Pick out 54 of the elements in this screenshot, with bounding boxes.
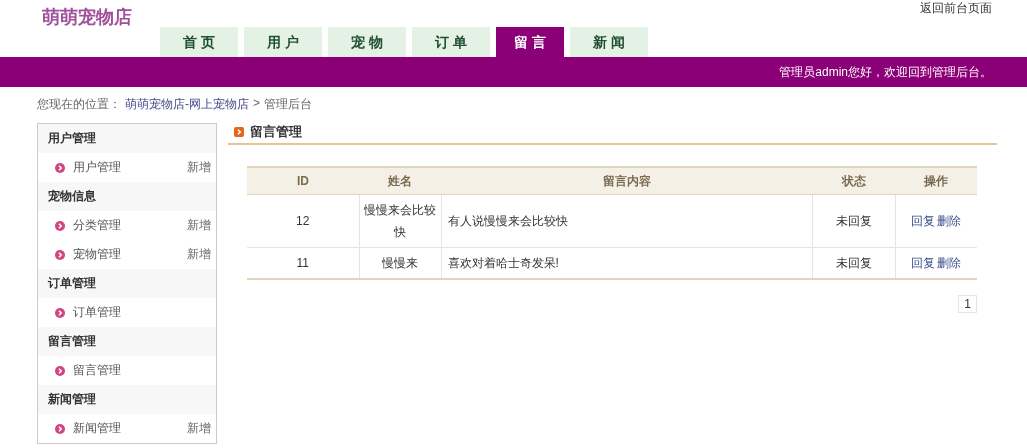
- breadcrumb-link[interactable]: 萌萌宠物店-网上宠物店: [125, 96, 249, 115]
- sidebar-item[interactable]: 新闻管理: [73, 420, 179, 437]
- nav-tab[interactable]: 首 页: [160, 27, 238, 57]
- column-header: 操作: [895, 167, 977, 195]
- table-cell: 慢慢来会比较快: [364, 203, 436, 239]
- table-cell: 12: [296, 214, 310, 228]
- sidebar-item[interactable]: 留言管理: [73, 362, 211, 379]
- table-cell: 未回复: [835, 214, 872, 228]
- back-link[interactable]: 返回前台页面: [920, 0, 992, 27]
- add-link[interactable]: 新增: [187, 246, 211, 263]
- table-cell: 喜欢对着哈士奇发呆!: [447, 256, 559, 270]
- nav-tab[interactable]: 新 闻: [570, 27, 648, 57]
- breadcrumb-current: 管理后台: [264, 96, 312, 113]
- sidebar-group-title: 订单管理: [38, 269, 216, 298]
- sidebar-group-title: 用户管理: [38, 124, 216, 153]
- add-link[interactable]: 新增: [187, 217, 211, 234]
- sidebar-group-title: 宠物信息: [38, 182, 216, 211]
- nav-tab[interactable]: 留 言: [496, 27, 564, 57]
- chevron-icon: [55, 307, 65, 318]
- column-header: ID: [247, 167, 359, 195]
- chevron-icon: [55, 220, 65, 231]
- nav-tab[interactable]: 宠 物: [328, 27, 406, 57]
- section-icon: [234, 127, 244, 137]
- action-link[interactable]: 删除: [937, 214, 962, 228]
- section-title: 留言管理: [250, 123, 302, 141]
- breadcrumb-label: 您现在的位置：: [37, 96, 121, 113]
- action-link[interactable]: 回复: [911, 214, 936, 228]
- chevron-icon: [55, 423, 65, 434]
- sidebar-item[interactable]: 宠物管理: [73, 246, 179, 263]
- chevron-icon: [55, 365, 65, 376]
- table-cell: 慢慢来: [382, 256, 418, 270]
- chevron-icon: [55, 162, 65, 173]
- welcome-text: 管理员admin您好，欢迎回到管理后台。: [779, 63, 992, 81]
- column-header: 状态: [812, 167, 895, 195]
- chevron-icon: [55, 249, 65, 260]
- add-link[interactable]: 新增: [187, 420, 211, 437]
- nav-tab[interactable]: 订 单: [412, 27, 490, 57]
- table-cell: 11: [296, 256, 309, 270]
- column-header: 留言内容: [441, 167, 812, 195]
- site-logo: 萌萌宠物店: [42, 6, 132, 28]
- table-cell: 有人说慢慢来会比较快: [447, 214, 568, 228]
- page-button[interactable]: 1: [958, 295, 977, 313]
- sidebar-group-title: 留言管理: [38, 327, 216, 356]
- sidebar-item[interactable]: 分类管理: [73, 217, 179, 234]
- nav-tab[interactable]: 用 户: [244, 27, 322, 57]
- sidebar-group-title: 新闻管理: [38, 385, 216, 414]
- add-link[interactable]: 新增: [187, 159, 211, 176]
- sidebar-item[interactable]: 订单管理: [73, 304, 211, 321]
- sidebar-item[interactable]: 用户管理: [73, 159, 179, 176]
- action-link[interactable]: 删除: [937, 256, 962, 270]
- action-link[interactable]: 回复: [911, 256, 936, 270]
- breadcrumb-separator: >: [253, 96, 260, 112]
- column-header: 姓名: [359, 167, 441, 195]
- table-cell: 未回复: [835, 256, 872, 270]
